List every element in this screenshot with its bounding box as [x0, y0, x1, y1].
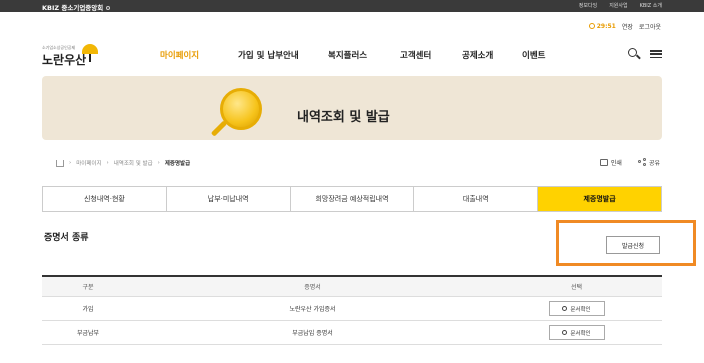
session-bar: 29:51 연장 로그아웃: [588, 22, 661, 31]
share-button[interactable]: 공유: [637, 158, 660, 167]
session-timer: 29:51: [588, 23, 616, 30]
tab-loan-history[interactable]: 대출내역: [414, 187, 539, 211]
clock-icon: [588, 23, 595, 29]
view-document-button[interactable]: 문서확인: [548, 301, 605, 316]
search-icon: [562, 330, 568, 335]
tab-payment-history[interactable]: 납부·미납내역: [167, 187, 291, 211]
utility-link[interactable]: 지원사업: [609, 2, 627, 9]
table-header-row: 구분 증명서 선택: [42, 275, 662, 297]
nav-item-customer[interactable]: 고객센터: [400, 49, 462, 61]
certificate-table: 구분 증명서 선택 가입 노란우산 가입증서 문서확인 부금납부 부금납입 증명…: [42, 275, 662, 345]
site-header: 소기업소상공인공제 노란우산 마이페이지 가입 및 납부안내 복지플러스 고객센…: [42, 36, 662, 76]
search-icon: [562, 306, 568, 311]
share-icon: [637, 158, 646, 166]
logo-title: 노란우산: [42, 53, 87, 67]
header-icons: [628, 48, 662, 60]
print-button[interactable]: 인쇄: [599, 158, 622, 167]
umbrella-icon: [82, 44, 98, 54]
globe-icon: [106, 6, 111, 10]
page-title: 내역조회 및 발급: [297, 110, 390, 125]
breadcrumb: › 마이페이지 › 내역조회 및 발급 › 제증명발급: [56, 159, 190, 167]
tab-application-status[interactable]: 신청내역·현황: [43, 187, 167, 211]
umbrella-handle: [89, 54, 91, 62]
top-utility-bar: KBIZ 중소기업중앙회 정보다잉 지원사업 KBIZ 소개: [0, 0, 704, 12]
column-header: 구분: [82, 284, 94, 291]
breadcrumb-current: 제증명발급: [164, 161, 191, 167]
tab-incentive-history[interactable]: 희망장려금 예상적립내역: [291, 187, 415, 211]
session-time: 29:51: [596, 23, 616, 30]
search-icon[interactable]: [628, 48, 641, 60]
table-row: 가입 노란우산 가입증서 문서확인: [42, 297, 662, 321]
nav-item-welfare[interactable]: 복지플러스: [328, 49, 400, 61]
logo[interactable]: 소기업소상공인공제 노란우산: [42, 42, 102, 67]
print-icon: [599, 159, 608, 166]
breadcrumb-item[interactable]: 마이페이지: [76, 159, 101, 167]
tab-bar: 신청내역·현황 납부·미납내역 희망장려금 예상적립내역 대출내역 제증명발급: [42, 186, 662, 212]
section-title: 증명서 종류: [44, 233, 89, 243]
kbiz-brand[interactable]: KBIZ 중소기업중앙회: [42, 2, 111, 12]
utility-link[interactable]: 정보다잉: [579, 2, 597, 9]
utility-link[interactable]: KBIZ 소개: [640, 2, 662, 9]
nav-item-event[interactable]: 이벤트: [522, 49, 572, 61]
table-row: 부금납부 부금납입 증명서 문서확인: [42, 321, 662, 345]
breadcrumb-item[interactable]: 내역조회 및 발급: [114, 159, 153, 167]
nav-item-join[interactable]: 가입 및 납부안내: [238, 49, 328, 61]
home-icon[interactable]: [56, 159, 64, 167]
cert-name: 부금납입 증명서: [292, 330, 333, 337]
page-banner: 내역조회 및 발급: [42, 76, 662, 140]
tab-certificate-issue[interactable]: 제증명발급: [538, 187, 661, 211]
logout-button[interactable]: 로그아웃: [639, 22, 661, 31]
magnifier-icon: [220, 88, 262, 130]
menu-icon[interactable]: [650, 48, 662, 60]
column-header: 선택: [570, 284, 583, 291]
nav-item-mypage[interactable]: 마이페이지: [160, 49, 238, 61]
apply-issue-button[interactable]: 발급신청: [606, 236, 660, 254]
cert-type: 가입: [82, 306, 94, 313]
kbiz-brand-text: KBIZ 중소기업중앙회: [42, 4, 104, 12]
extend-session-button[interactable]: 연장: [622, 22, 633, 31]
utility-links: 정보다잉 지원사업 KBIZ 소개: [579, 2, 662, 9]
cert-type: 부금납부: [76, 330, 100, 337]
view-document-button[interactable]: 문서확인: [548, 325, 605, 340]
main-nav: 마이페이지 가입 및 납부안내 복지플러스 고객센터 공제소개 이벤트: [160, 49, 572, 61]
page-tools: 인쇄 공유: [599, 158, 660, 167]
column-header: 증명서: [304, 284, 321, 291]
cert-name: 노란우산 가입증서: [289, 306, 336, 313]
nav-item-about[interactable]: 공제소개: [462, 49, 522, 61]
